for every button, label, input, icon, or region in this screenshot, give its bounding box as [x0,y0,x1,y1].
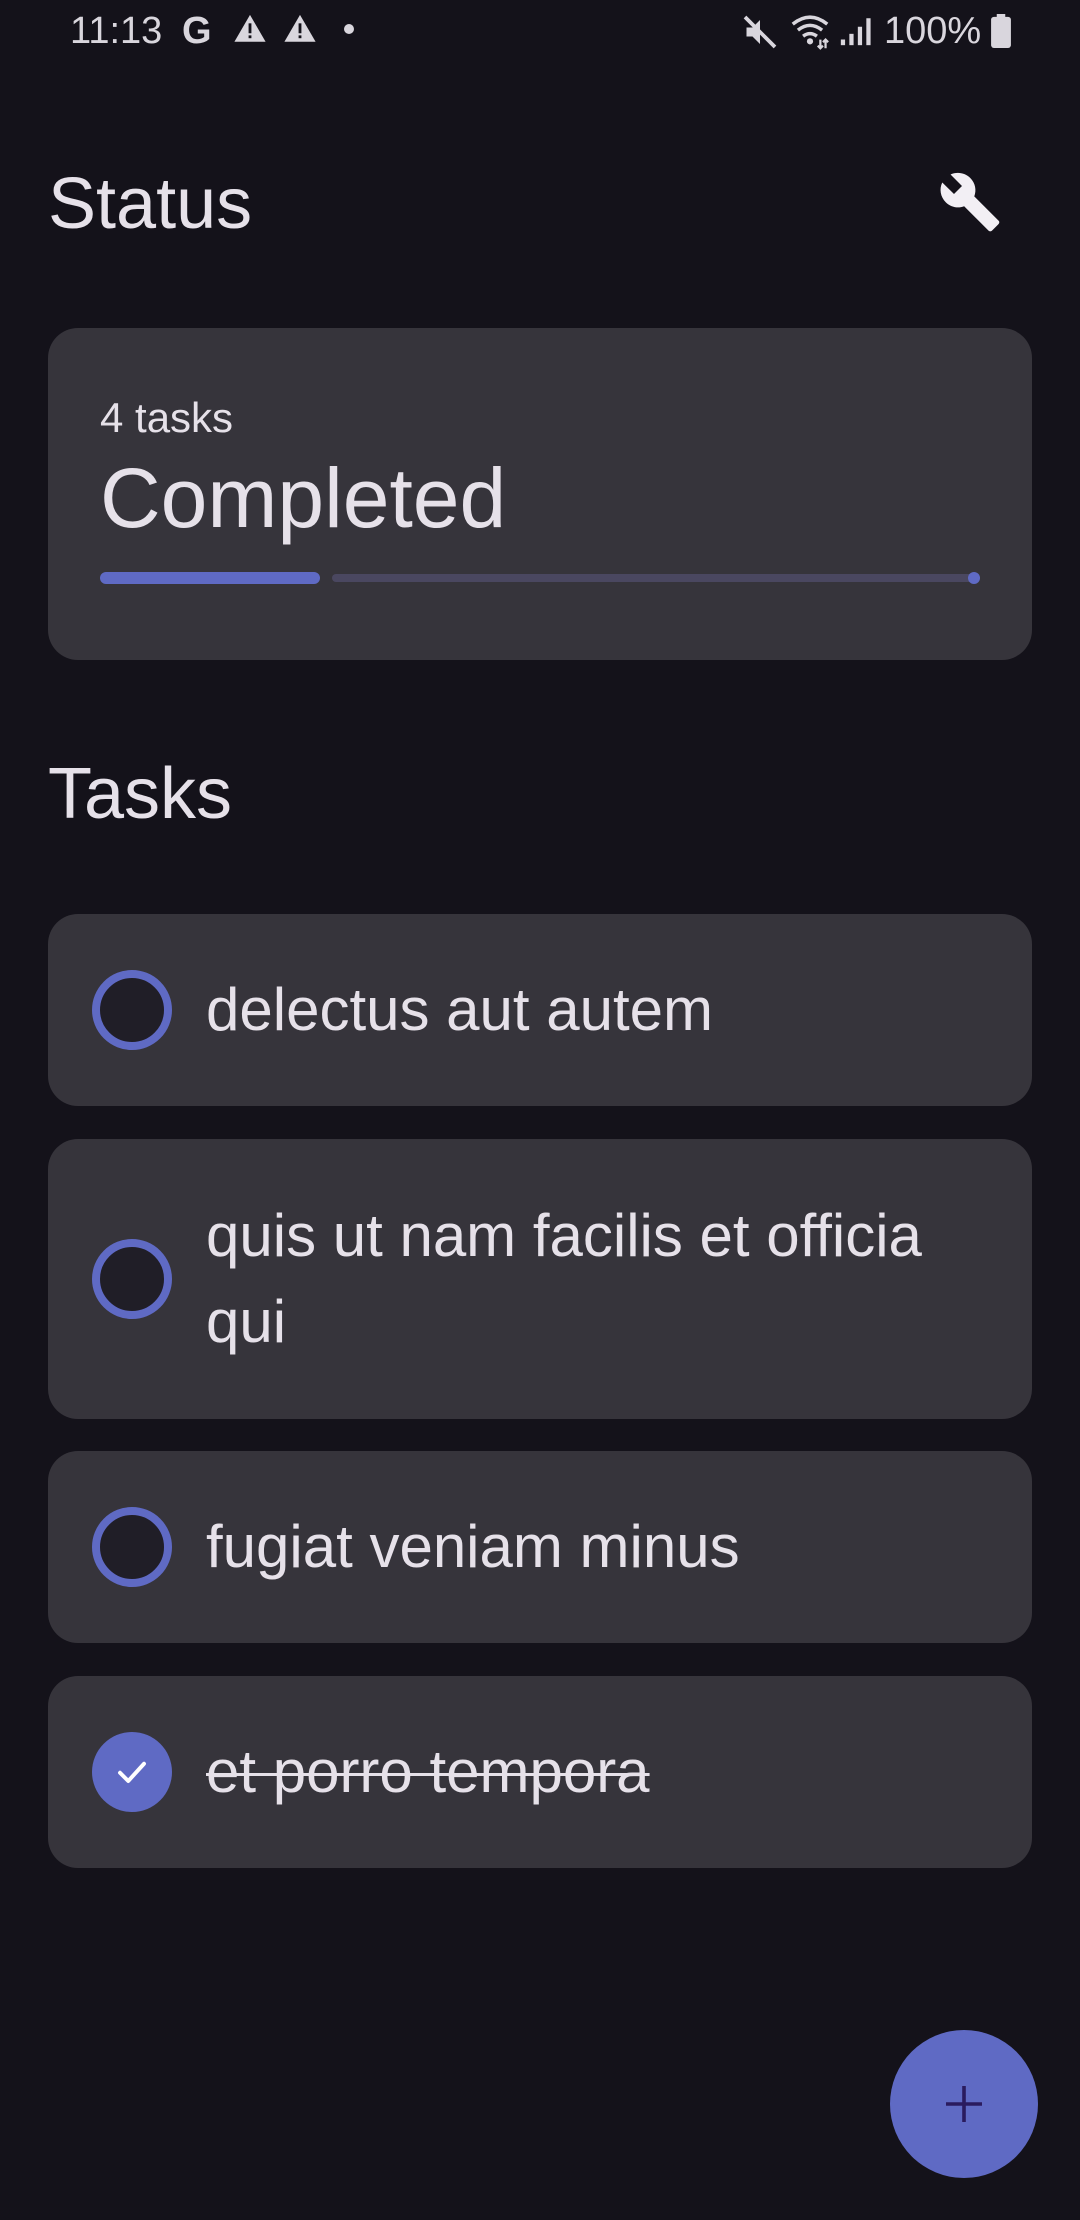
progress-end-dot [968,572,980,584]
signal-icon [840,18,871,46]
battery-icon [991,14,1011,48]
warning-icon [234,14,266,42]
task-count: 4 tasks [100,394,234,441]
task-item[interactable]: fugiat veniam minus [48,1451,1032,1643]
wifi-icon [791,15,829,50]
plus-icon [946,2086,982,2122]
task-checkbox-unchecked[interactable] [92,1507,172,1587]
task-item[interactable]: delectus aut autem [48,914,1032,1106]
warning-icon [284,14,316,42]
add-task-button[interactable] [890,2030,1038,2178]
status-card: 4 tasks Completed [48,328,1032,660]
google-icon: G [182,10,212,52]
check-icon [118,1761,146,1783]
task-label: quis ut nam facilis et officia qui [206,1202,922,1355]
progress-track [332,574,980,582]
task-item[interactable]: et porro tempora [48,1676,1032,1868]
settings-button[interactable] [928,160,1012,244]
task-checkbox-unchecked[interactable] [92,1239,172,1319]
task-checkbox-unchecked[interactable] [92,970,172,1050]
task-label: fugiat veniam minus [206,1513,740,1580]
tasks-title: Tasks [48,754,233,834]
progress-fill [100,572,320,584]
progress-bar [100,572,980,584]
notification-dot-icon [344,24,354,34]
screen: 11:13 G 100% Status 4 tasks Completed Ta… [0,0,1080,2220]
wrench-icon [940,172,1000,232]
task-label: et porro tempora [206,1738,650,1805]
page-title: Status [48,164,253,244]
task-label: delectus aut autem [206,976,713,1043]
status-bar: 11:13 G 100% [0,0,1080,64]
status-time: 11:13 [70,10,163,52]
task-checkbox-checked[interactable] [92,1732,172,1812]
status-label: Completed [100,451,507,545]
mute-icon [743,15,777,49]
battery-percent: 100% [884,10,982,52]
task-item[interactable]: quis ut nam facilis et officia qui [48,1139,1032,1419]
